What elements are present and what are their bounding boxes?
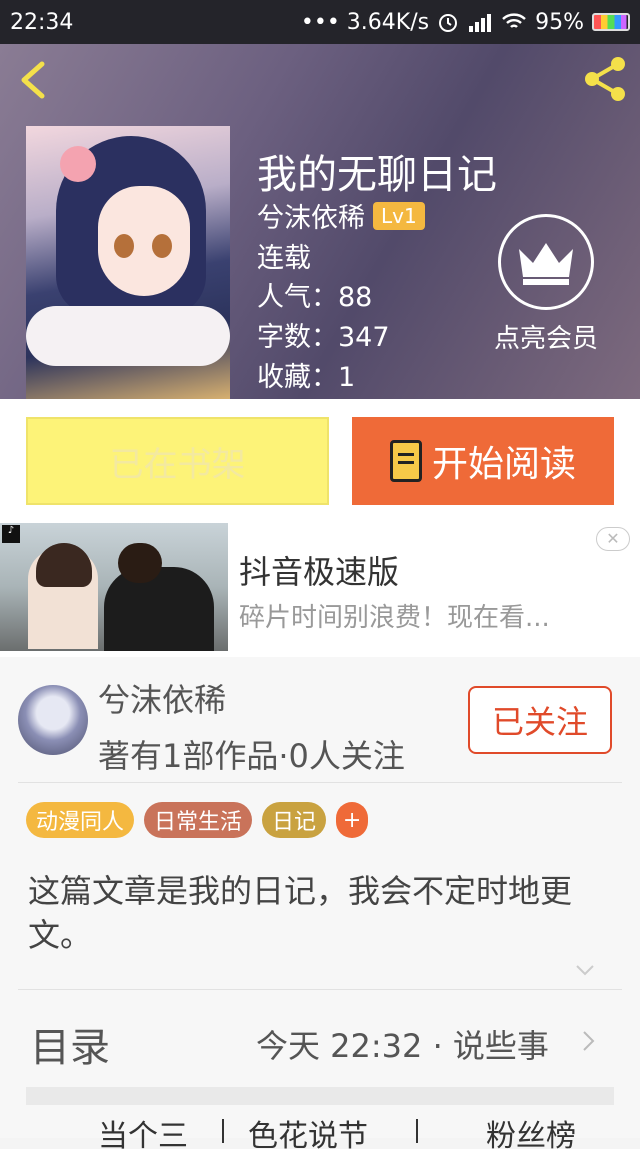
ad-image: ♪ — [0, 523, 228, 651]
section-divider — [26, 1087, 614, 1105]
table-of-contents-row[interactable]: 目录 今天 22:32 · 说些事 — [0, 1007, 640, 1087]
start-reading-button[interactable]: 开始阅读 — [352, 417, 614, 505]
toc-label: 目录 — [30, 1025, 110, 1071]
follow-button[interactable]: 已关注 — [468, 686, 612, 754]
author-name[interactable]: 兮沫依稀 — [98, 675, 226, 721]
on-shelf-button[interactable]: 已在书架 — [26, 417, 329, 505]
tab-separator — [416, 1119, 418, 1143]
bottom-tab[interactable]: 色花说节 — [248, 1119, 368, 1149]
tab-separator — [222, 1119, 224, 1143]
book-title: 我的无聊日记 — [257, 152, 497, 198]
back-icon[interactable] — [16, 60, 52, 100]
book-popularity: 人气：88 — [257, 282, 373, 313]
book-author-row: 兮沫依稀 Lv1 — [257, 196, 425, 235]
vip-button[interactable]: 点亮会员 — [486, 214, 606, 355]
share-icon[interactable] — [580, 54, 630, 104]
book-icon — [389, 440, 422, 482]
bottom-tab[interactable]: 粉丝榜 — [486, 1119, 576, 1149]
add-tag-button[interactable]: + — [336, 802, 369, 838]
start-reading-label: 开始阅读 — [431, 444, 576, 485]
book-cover[interactable] — [26, 126, 230, 399]
net-speed: ••• 3.64K/s — [300, 9, 430, 35]
toc-update: 今天 22:32 · 说些事 — [256, 1027, 549, 1065]
crown-icon — [498, 214, 594, 310]
vip-label: 点亮会员 — [493, 324, 598, 354]
status-bar: 22:34 ••• 3.64K/s 95% — [0, 0, 640, 44]
divider — [18, 989, 622, 990]
battery-percent: 95% — [535, 9, 584, 35]
avatar[interactable] — [18, 685, 88, 755]
book-author[interactable]: 兮沫依稀 — [257, 196, 365, 235]
book-favorites: 收藏：1 — [257, 362, 356, 393]
book-status: 连载 — [257, 243, 311, 274]
chevron-down-icon[interactable] — [574, 959, 596, 981]
status-right: ••• 3.64K/s 95% — [301, 10, 630, 35]
author-stats: 著有1部作品·0人关注 — [98, 737, 405, 775]
tag-item[interactable]: 日常生活 — [144, 802, 253, 838]
action-bar: 已在书架 开始阅读 — [0, 399, 640, 519]
book-description: 这篇文章是我的日记，我会不定时地更文。 — [28, 872, 573, 954]
book-word-count: 字数：347 — [257, 322, 390, 353]
tiktok-logo-icon: ♪ — [2, 525, 20, 543]
author-section: 兮沫依稀 著有1部作品·0人关注 已关注 动漫同人 日常生活 日记 + 这篇文章… — [0, 657, 640, 1149]
bottom-tabs: 当个三 色花说节 粉丝榜 — [0, 1119, 640, 1149]
tag-item[interactable]: 日记 — [262, 802, 327, 838]
divider — [18, 782, 622, 783]
tag-item[interactable]: 动漫同人 — [26, 802, 135, 838]
ad-banner[interactable]: ♪ 抖音极速版 碎片时间别浪费！现在看... ✕ — [0, 519, 640, 657]
ad-close-icon[interactable]: ✕ — [596, 527, 630, 551]
wifi-icon — [502, 13, 526, 28]
status-time: 22:34 — [10, 9, 74, 35]
chevron-right-icon — [583, 1031, 595, 1051]
battery-icon — [592, 13, 630, 31]
book-header: 我的无聊日记 兮沫依稀 Lv1 连载 人气：88 字数：347 收藏：1 点亮会… — [0, 44, 640, 399]
ad-title: 抖音极速版 — [239, 553, 400, 591]
ad-description: 碎片时间别浪费！现在看... — [239, 603, 550, 633]
signal-icon — [469, 14, 492, 32]
bottom-tab[interactable]: 当个三 — [98, 1119, 188, 1149]
tag-list: 动漫同人 日常生活 日记 + — [26, 802, 369, 838]
alarm-icon — [439, 14, 458, 32]
level-badge: Lv1 — [373, 201, 425, 230]
